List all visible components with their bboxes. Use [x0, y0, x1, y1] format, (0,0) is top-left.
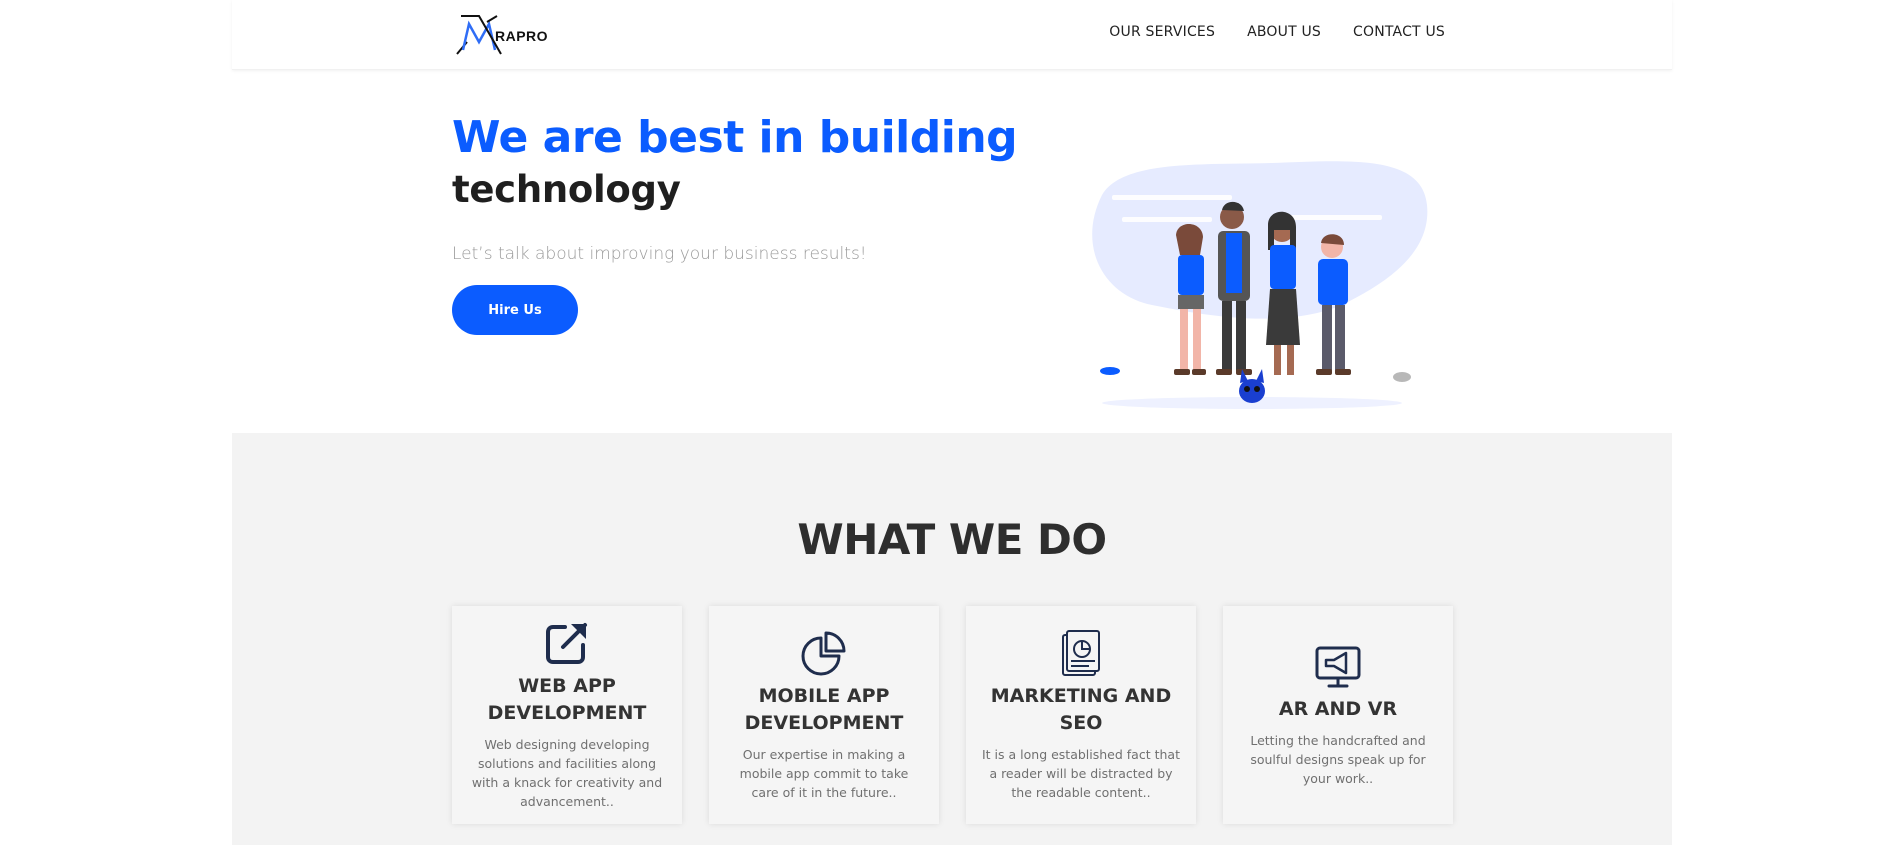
- nav-about-us[interactable]: ABOUT US: [1247, 24, 1321, 40]
- page: RAPRO OUR SERVICES ABOUT US CONTACT US W…: [232, 0, 1672, 845]
- service-card-ar-vr[interactable]: AR AND VR Letting the handcrafted and so…: [1223, 606, 1453, 824]
- section-heading: WHAT WE DO: [797, 515, 1107, 564]
- hero-subtitle: Let’s talk about improving your business…: [452, 244, 867, 264]
- monitor-megaphone-icon: [1315, 646, 1361, 688]
- nav-our-services[interactable]: OUR SERVICES: [1109, 24, 1215, 40]
- card-title: AR AND VR: [1278, 698, 1398, 720]
- pie-chart-icon: [801, 631, 846, 675]
- what-we-do-section: WHAT WE DO WEB APP DEVELOPMENT Web desig…: [232, 433, 1672, 845]
- brand-logo[interactable]: RAPRO: [453, 12, 563, 56]
- card-title: MOBILE APP DEVELOPMENT: [744, 684, 904, 734]
- card-description: Letting the handcrafted and soulful desi…: [1250, 733, 1426, 786]
- card-title: WEB APP DEVELOPMENT: [487, 675, 647, 724]
- site-header: RAPRO OUR SERVICES ABOUT US CONTACT US: [232, 0, 1672, 70]
- service-card-web-app[interactable]: WEB APP DEVELOPMENT Web designing develo…: [452, 606, 682, 824]
- team-illustration: [1092, 161, 1428, 409]
- card-description: Our expertise in making a mobile app com…: [739, 746, 909, 800]
- hero-title-line1: We are best in building: [452, 112, 1018, 163]
- main-nav: OUR SERVICES ABOUT US CONTACT US: [1109, 24, 1445, 40]
- nav-contact-us[interactable]: CONTACT US: [1353, 24, 1445, 40]
- report-document-icon: [1062, 629, 1100, 676]
- brand-name: RAPRO: [495, 28, 549, 44]
- hero-title-line2: technology: [452, 168, 681, 211]
- service-card-mobile-app[interactable]: MOBILE APP DEVELOPMENT Our expertise in …: [709, 606, 939, 824]
- hire-us-button[interactable]: Hire Us: [452, 285, 578, 335]
- service-card-marketing-seo[interactable]: MARKETING AND SEO It is a long establish…: [966, 606, 1196, 824]
- card-title: MARKETING AND SEO: [990, 684, 1172, 734]
- external-link-icon: [546, 623, 587, 664]
- card-description: It is a long established fact that a rea…: [982, 746, 1180, 800]
- service-cards: WEB APP DEVELOPMENT Web designing develo…: [452, 606, 1453, 824]
- card-description: Web designing developing solutions and f…: [471, 737, 663, 809]
